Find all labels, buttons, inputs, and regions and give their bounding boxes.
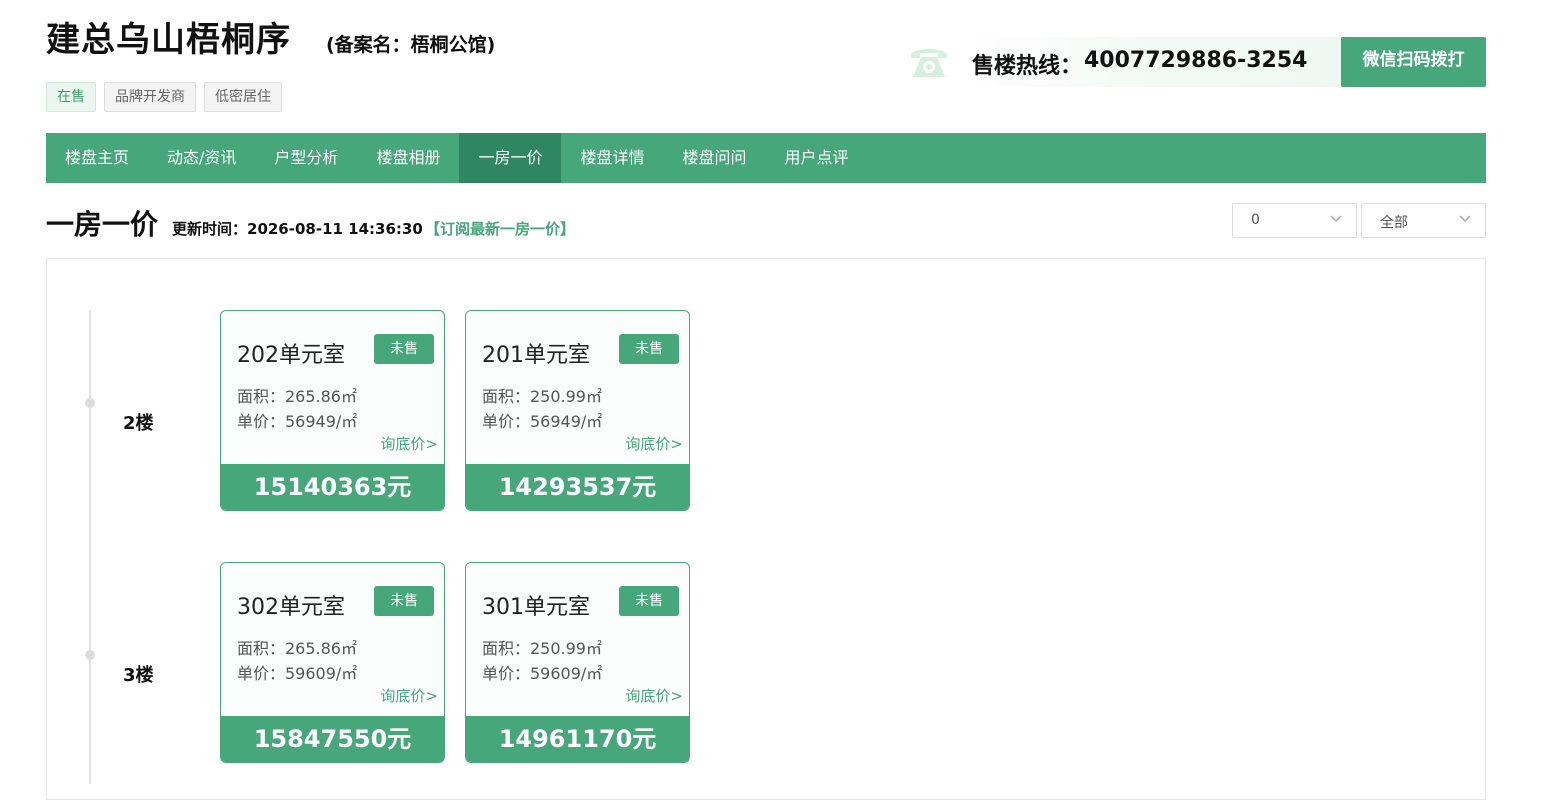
unit-name: 202单元室	[237, 343, 345, 368]
nav-item-price-list[interactable]: 一房一价	[459, 133, 562, 183]
unit-card[interactable]: 302单元室 未售 面积：265.86㎡ 单价：59609/㎡ 询底价> 158…	[220, 562, 445, 763]
unit-price: 单价：56949/㎡	[237, 412, 358, 431]
unit-card[interactable]: 202单元室 未售 面积：265.86㎡ 单价：56949/㎡ 询底价> 151…	[220, 310, 445, 511]
status-select-value: 全部	[1380, 215, 1408, 231]
telephone-icon	[911, 49, 947, 77]
tag-low-density: 低密居住	[204, 82, 282, 112]
tag-on-sale: 在售	[46, 82, 96, 112]
wechat-call-button[interactable]: 微信扫码拨打	[1341, 37, 1486, 87]
unit-name: 201单元室	[482, 343, 590, 368]
main-nav: 楼盘主页 动态/资讯 户型分析 楼盘相册 一房一价 楼盘详情 楼盘问问 用户点评	[46, 133, 1486, 183]
unit-name: 301单元室	[482, 595, 590, 620]
tag-list: 在售 品牌开发商 低密居住	[46, 82, 282, 112]
nav-item-details[interactable]: 楼盘详情	[561, 133, 663, 183]
timeline-dot	[85, 650, 95, 660]
unit-total-price: 15847550元	[221, 716, 444, 762]
tag-brand-developer: 品牌开发商	[104, 82, 196, 112]
section-title: 一房一价	[46, 208, 159, 241]
building-select[interactable]: 0	[1232, 203, 1357, 238]
status-select[interactable]: 全部	[1361, 203, 1486, 238]
nav-item-news[interactable]: 动态/资讯	[148, 133, 255, 183]
building-select-value: 0	[1251, 212, 1260, 228]
chevron-down-icon	[1459, 215, 1471, 223]
project-title: 建总乌山梧桐序	[46, 20, 291, 60]
nav-item-home[interactable]: 楼盘主页	[46, 133, 148, 183]
nav-item-qa[interactable]: 楼盘问问	[663, 133, 765, 183]
update-time: 更新时间：2026-08-11 14:36:30	[172, 220, 423, 238]
unit-name: 302单元室	[237, 595, 345, 620]
hotline-number: 4007729886-3254	[1084, 48, 1308, 73]
chevron-down-icon	[1330, 215, 1342, 223]
nav-item-floorplans[interactable]: 户型分析	[255, 133, 357, 183]
unit-card[interactable]: 301单元室 未售 面积：250.99㎡ 单价：59609/㎡ 询底价> 149…	[465, 562, 690, 763]
unit-total-price: 14293537元	[466, 464, 689, 510]
unit-area: 面积：265.86㎡	[237, 639, 357, 658]
ask-price-link[interactable]: 询底价>	[380, 685, 438, 706]
unit-area: 面积：250.99㎡	[482, 387, 602, 406]
timeline-dot	[85, 398, 95, 408]
floor-label: 2楼	[123, 413, 154, 434]
status-badge: 未售	[374, 334, 434, 364]
unit-area: 面积：250.99㎡	[482, 639, 602, 658]
nav-item-album[interactable]: 楼盘相册	[357, 133, 459, 183]
unit-price: 单价：56949/㎡	[482, 412, 603, 431]
floor-timeline	[89, 310, 91, 784]
unit-area: 面积：265.86㎡	[237, 387, 357, 406]
nav-item-reviews[interactable]: 用户点评	[766, 133, 868, 183]
subscribe-link[interactable]: 【订阅最新一房一价】	[425, 218, 575, 239]
unit-price: 单价：59609/㎡	[482, 664, 603, 683]
hotline-label: 售楼热线：	[972, 54, 1083, 79]
status-badge: 未售	[619, 334, 679, 364]
unit-total-price: 15140363元	[221, 464, 444, 510]
ask-price-link[interactable]: 询底价>	[380, 433, 438, 454]
project-alias: (备案名：梧桐公馆)	[326, 34, 496, 56]
unit-price: 单价：59609/㎡	[237, 664, 358, 683]
status-badge: 未售	[374, 586, 434, 616]
unit-card[interactable]: 201单元室 未售 面积：250.99㎡ 单价：56949/㎡ 询底价> 142…	[465, 310, 690, 511]
ask-price-link[interactable]: 询底价>	[625, 433, 683, 454]
floor-label: 3楼	[123, 665, 154, 686]
ask-price-link[interactable]: 询底价>	[625, 685, 683, 706]
status-badge: 未售	[619, 586, 679, 616]
hotline-bar: 售楼热线： 4007729886-3254 微信扫码拨打	[902, 37, 1486, 87]
unit-total-price: 14961170元	[466, 716, 689, 762]
